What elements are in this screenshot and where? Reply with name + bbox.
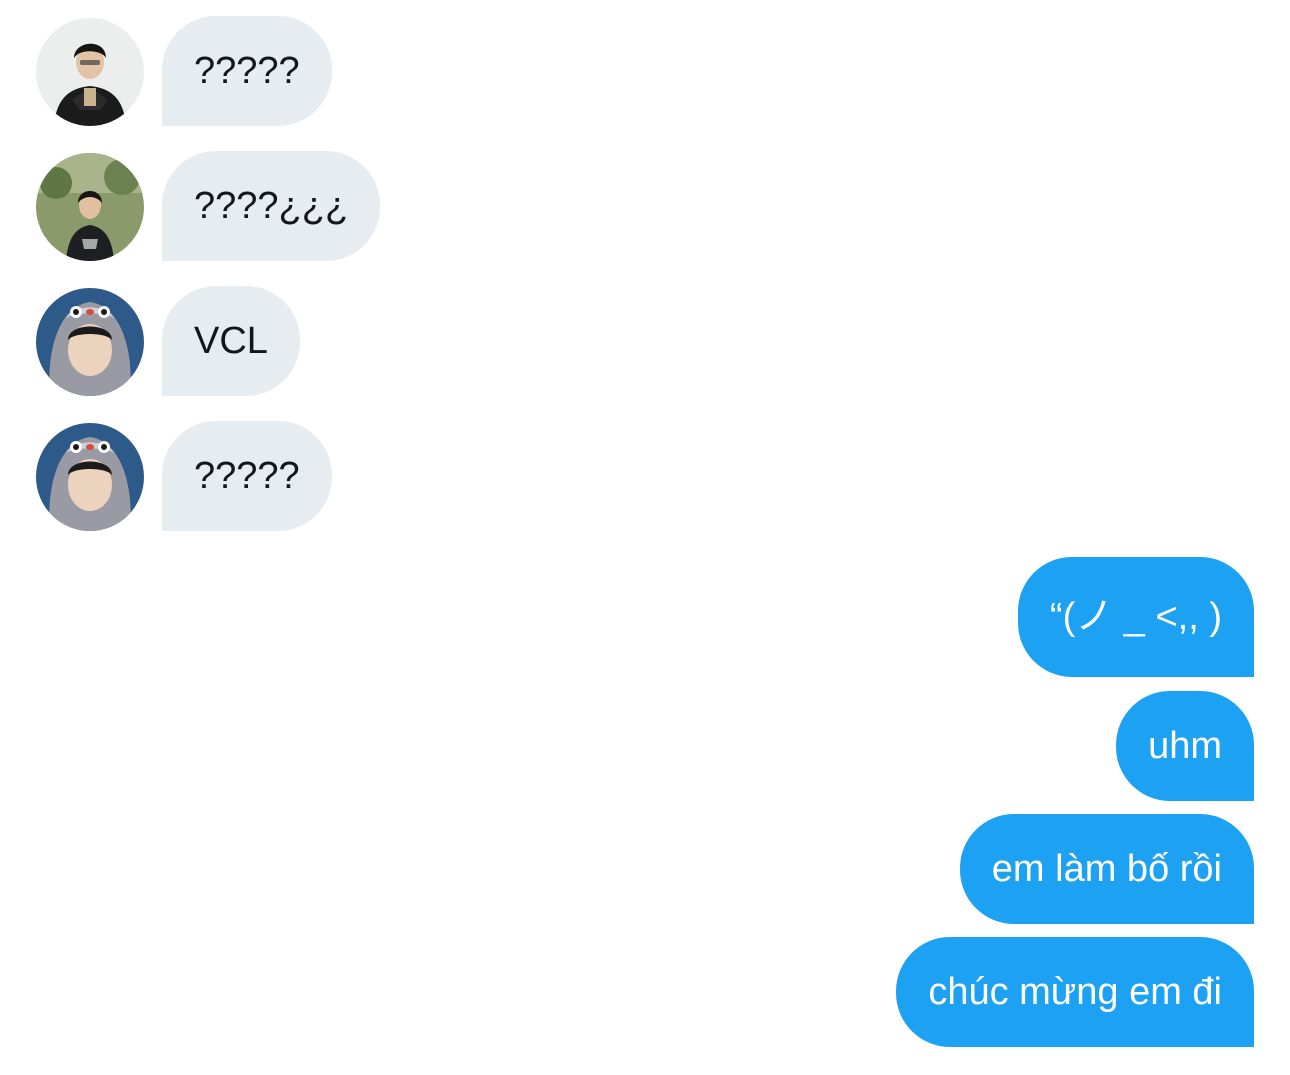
incoming-message-bubble[interactable]: ????? bbox=[162, 16, 332, 126]
message-text: ????? bbox=[194, 455, 300, 497]
incoming-message-bubble[interactable]: VCL bbox=[162, 286, 300, 396]
sender-avatar[interactable] bbox=[36, 288, 144, 396]
avatar-hooded-player bbox=[36, 288, 144, 396]
message-text: ????¿¿¿ bbox=[194, 185, 349, 227]
message-thread: ????? ????¿¿¿ VCL ????? “(ノ _ <,,) uhm … bbox=[0, 0, 1290, 1075]
sender-avatar[interactable] bbox=[36, 153, 144, 261]
outgoing-message-bubble[interactable]: em làm bố rồi bbox=[959, 814, 1254, 924]
avatar-player-outdoor bbox=[36, 153, 144, 261]
avatar-hooded-player bbox=[36, 423, 144, 531]
message-text: “(ノ _ <,, ) bbox=[1049, 596, 1222, 638]
message-text: em làm bố rồi bbox=[991, 848, 1222, 890]
outgoing-message-bubble[interactable]: “(ノ _ <,, ) bbox=[1017, 557, 1254, 677]
sender-avatar[interactable] bbox=[36, 18, 144, 126]
sender-avatar[interactable] bbox=[36, 423, 144, 531]
message-text: ????? bbox=[194, 50, 300, 92]
avatar-player-black-jacket bbox=[36, 18, 144, 126]
incoming-message-bubble[interactable]: ????? bbox=[162, 421, 332, 531]
message-text: uhm bbox=[1148, 725, 1222, 767]
outgoing-message-bubble[interactable]: chúc mừng em đi bbox=[896, 937, 1254, 1047]
outgoing-message-bubble[interactable]: uhm bbox=[1116, 691, 1254, 801]
incoming-message-bubble[interactable]: ????¿¿¿ bbox=[162, 151, 381, 261]
message-text: VCL bbox=[194, 320, 268, 362]
message-text: chúc mừng em đi bbox=[928, 971, 1222, 1013]
